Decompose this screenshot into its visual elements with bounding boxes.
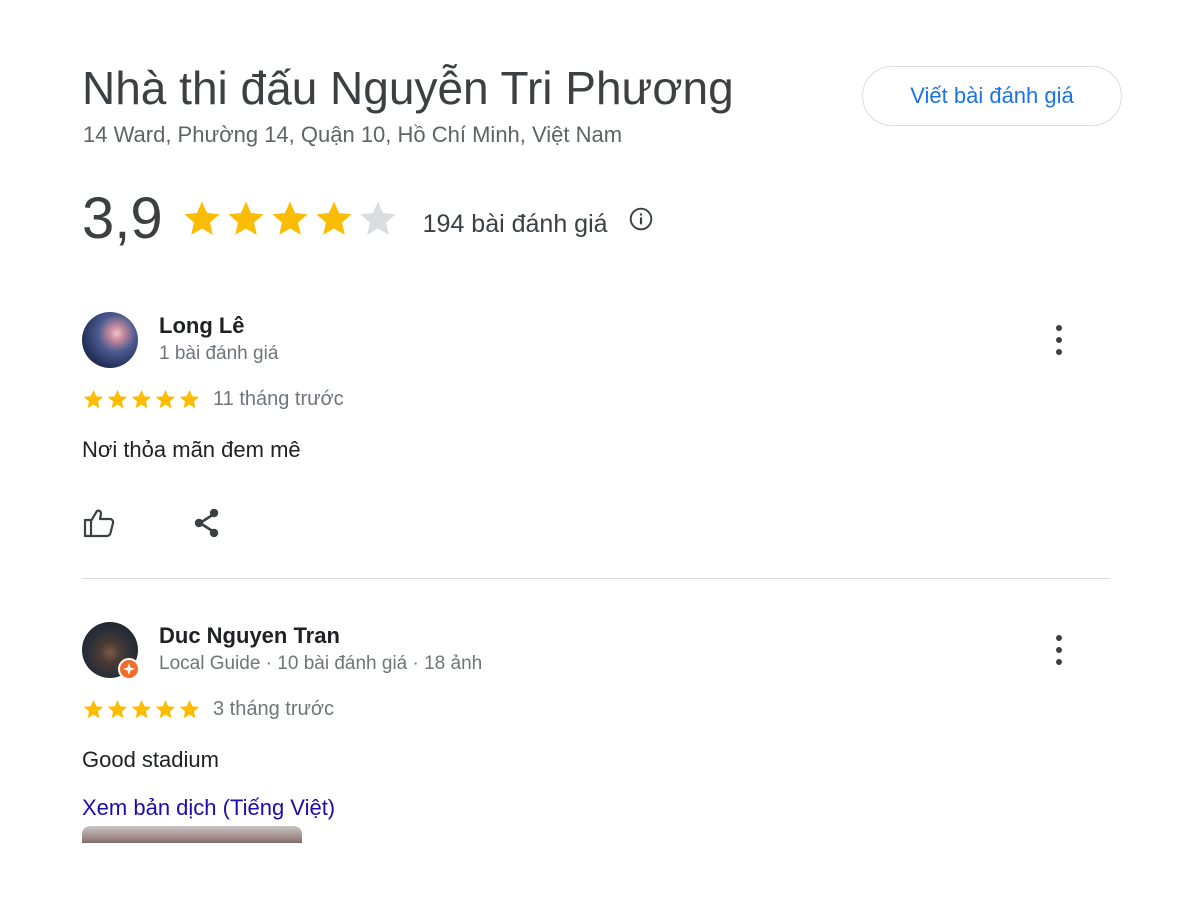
translate-link[interactable]: Xem bản dịch (Tiếng Việt) xyxy=(82,795,335,821)
star-filled-icon xyxy=(272,201,308,235)
reviewer-name[interactable]: Duc Nguyen Tran xyxy=(159,623,340,649)
reviewer-meta: Local Guide · 10 bài đánh giá · 18 ảnh xyxy=(159,653,483,674)
star-filled-icon xyxy=(107,699,128,719)
rating-value: 3,9 xyxy=(82,186,163,251)
thumb-up-icon xyxy=(83,509,115,538)
star-filled-icon xyxy=(155,699,176,719)
review-photo[interactable] xyxy=(82,826,302,843)
star-filled-icon xyxy=(184,201,220,235)
rating-stars xyxy=(181,198,399,240)
reviews-page: Nhà thi đấu Nguyễn Tri Phương 14 Ward, P… xyxy=(0,0,1200,900)
info-icon[interactable] xyxy=(628,206,654,232)
review-time: 11 tháng trước xyxy=(213,388,344,410)
review-stars xyxy=(82,388,201,411)
more-options-button[interactable] xyxy=(1047,320,1071,360)
place-address: 14 Ward, Phường 14, Quận 10, Hồ Chí Minh… xyxy=(83,122,623,147)
reviewer-meta: 1 bài đánh giá xyxy=(159,343,279,364)
review-divider xyxy=(82,578,1110,579)
review-time: 3 tháng trước xyxy=(213,698,335,720)
place-title: Nhà thi đấu Nguyễn Tri Phương xyxy=(82,62,734,114)
local-guide-badge-icon xyxy=(118,658,140,680)
review-text: Good stadium xyxy=(82,747,219,772)
share-icon xyxy=(194,508,219,538)
write-review-button[interactable]: Viết bài đánh giá xyxy=(862,66,1122,126)
review-stars xyxy=(82,698,201,721)
star-filled-icon xyxy=(131,389,152,409)
rating-summary: 3,9 194 bài đánh giá xyxy=(82,184,654,254)
review-count[interactable]: 194 bài đánh giá xyxy=(423,210,608,239)
review-rating-row: 3 tháng trước xyxy=(82,698,334,721)
star-filled-icon xyxy=(83,699,104,719)
review-rating-row: 11 tháng trước xyxy=(82,388,344,411)
star-filled-icon xyxy=(179,699,200,719)
more-vert-icon xyxy=(1056,635,1062,665)
star-filled-icon xyxy=(179,389,200,409)
star-filled-icon xyxy=(131,699,152,719)
star-filled-icon xyxy=(107,389,128,409)
review-actions xyxy=(82,506,222,540)
like-button[interactable] xyxy=(82,506,116,540)
review-text: Nơi thỏa mãn đem mê xyxy=(82,437,301,462)
avatar[interactable] xyxy=(82,622,140,680)
more-options-button[interactable] xyxy=(1047,630,1071,670)
reviewer-name[interactable]: Long Lê xyxy=(159,313,245,339)
avatar[interactable] xyxy=(82,312,138,368)
more-vert-icon xyxy=(1056,325,1062,355)
star-filled-icon xyxy=(83,389,104,409)
star-filled-icon xyxy=(155,389,176,409)
star-filled-icon xyxy=(316,201,352,235)
star-empty-icon xyxy=(360,201,396,235)
share-button[interactable] xyxy=(192,507,222,539)
star-filled-icon xyxy=(228,201,264,235)
